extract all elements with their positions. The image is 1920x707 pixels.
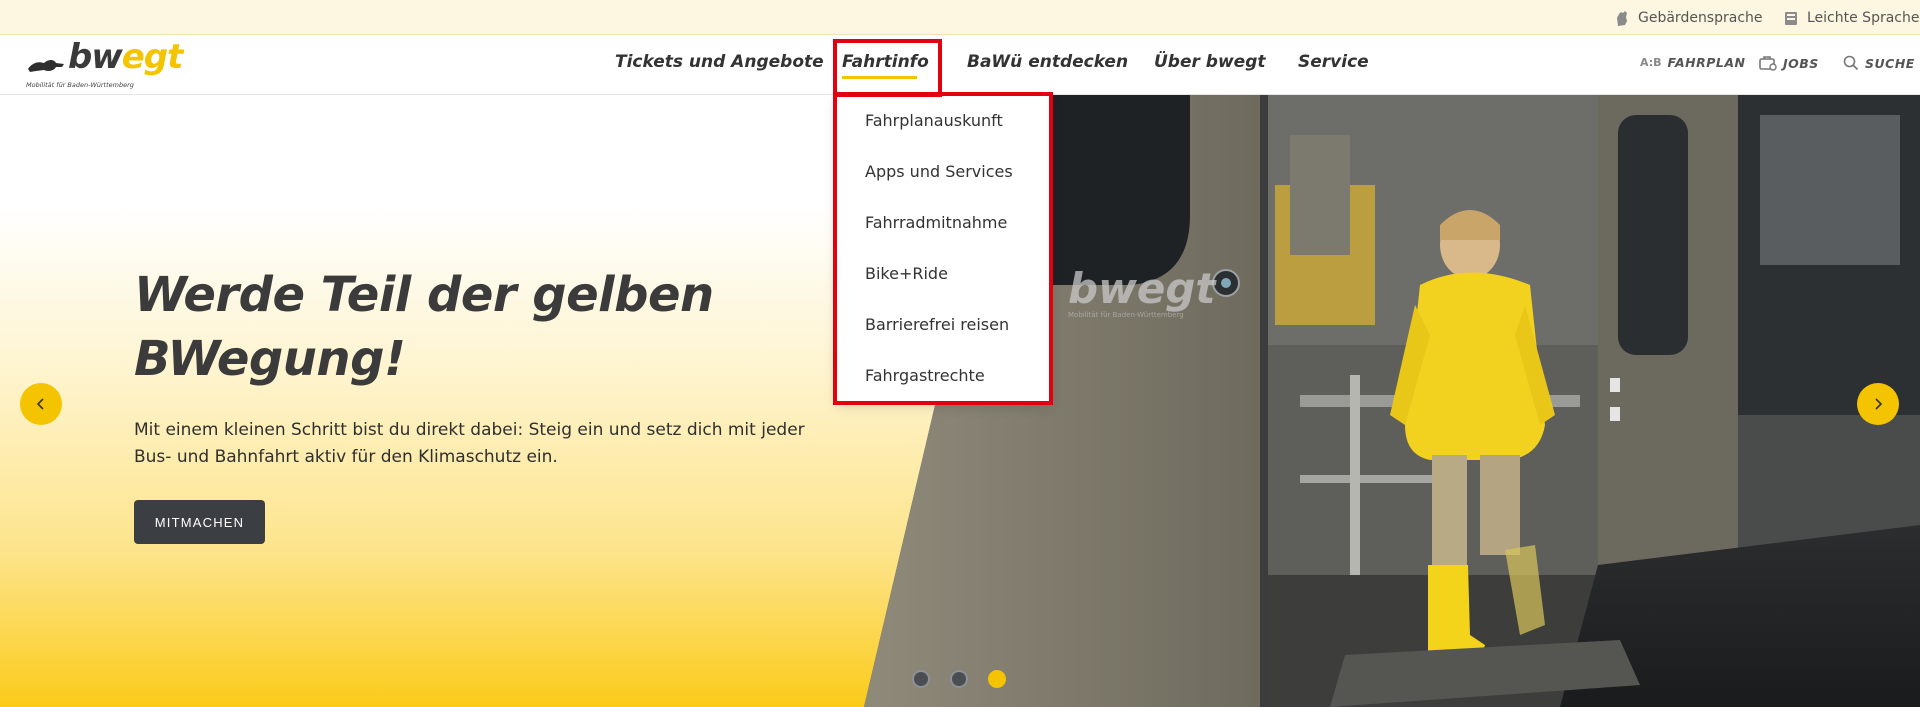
- lion-icon: [28, 60, 64, 72]
- chevron-left-icon: [36, 398, 44, 410]
- bwegt-logo[interactable]: bwegt Mobilität für Baden-Württemberg: [26, 37, 183, 89]
- dropdown-item-apps-und-services[interactable]: Apps und Services: [865, 162, 1013, 181]
- logo-wordmark: bwegt: [68, 37, 184, 77]
- logo-egt: egt: [121, 37, 184, 77]
- search-label: SUCHE: [1865, 55, 1915, 71]
- logo-bw: bw: [68, 37, 123, 77]
- nav-tickets[interactable]: Tickets und Angebote: [615, 52, 824, 72]
- hero-title: Werde Teil der gelben BWegung!: [134, 263, 754, 391]
- nav-service[interactable]: Service: [1298, 52, 1369, 72]
- book-icon: [1785, 11, 1797, 25]
- hand-icon: [1617, 10, 1627, 26]
- route-ab-icon: A:B: [1640, 56, 1662, 69]
- search-link[interactable]: SUCHE: [1843, 55, 1915, 71]
- mitmachen-button[interactable]: MITMACHEN: [134, 500, 265, 544]
- dropdown-item-bike-ride[interactable]: Bike+Ride: [865, 264, 948, 283]
- dropdown-item-fahrgastrechte[interactable]: Fahrgastrechte: [865, 366, 985, 385]
- dropdown-item-fahrplanauskunft[interactable]: Fahrplanauskunft: [865, 111, 1003, 130]
- active-nav-indicator: [842, 76, 917, 79]
- slider-dot-1[interactable]: [912, 670, 930, 688]
- easy-language-label: Leichte Sprache: [1807, 9, 1920, 26]
- jobs-label: JOBS: [1783, 55, 1819, 71]
- slider-next-button[interactable]: [1857, 383, 1899, 425]
- nav-fahrtinfo[interactable]: Fahrtinfo: [842, 52, 929, 72]
- logo-tagline: Mobilität für Baden-Württemberg: [26, 81, 134, 89]
- hero-title-line2: BWegung!: [134, 331, 406, 387]
- nav-ueber-bwegt[interactable]: Über bwegt: [1154, 52, 1266, 72]
- jobs-link[interactable]: JOBS: [1759, 55, 1819, 71]
- chevron-right-icon: [1875, 398, 1883, 410]
- dropdown-item-barrierefrei-reisen[interactable]: Barrierefrei reisen: [865, 315, 1009, 334]
- hero-text: Mit einem kleinen Schritt bist du direkt…: [134, 420, 805, 467]
- slider-prev-button[interactable]: [20, 383, 62, 425]
- fahrplan-label: FAHRPLAN: [1667, 55, 1746, 70]
- search-icon: [1843, 55, 1859, 71]
- site-header: bwegt Mobilität für Baden-Württemberg Ti…: [0, 35, 1920, 95]
- utility-bar: Gebärdensprache Leichte Sprache: [0, 0, 1920, 35]
- easy-language-link[interactable]: Leichte Sprache: [1783, 0, 1919, 35]
- sign-language-label: Gebärdensprache: [1638, 9, 1763, 26]
- fahrplan-link[interactable]: A:B FAHRPLAN: [1640, 55, 1745, 70]
- sign-language-link[interactable]: Gebärdensprache: [1614, 0, 1763, 35]
- briefcase-icon: [1759, 56, 1777, 71]
- train-logo-text: bwegt: [1068, 264, 1217, 313]
- nav-bawue-entdecken[interactable]: BaWü entdecken: [967, 52, 1128, 72]
- slider-dot-3-active[interactable]: [988, 670, 1006, 688]
- hero-title-line1: Werde Teil der gelben: [134, 267, 714, 323]
- slider-dot-2[interactable]: [950, 670, 968, 688]
- fahrtinfo-dropdown: Fahrplanauskunft Apps und Services Fahrr…: [836, 95, 1051, 402]
- dropdown-item-fahrradmitnahme[interactable]: Fahrradmitnahme: [865, 213, 1007, 232]
- train-logo-subtext: Mobilität für Baden-Württemberg: [1068, 311, 1184, 319]
